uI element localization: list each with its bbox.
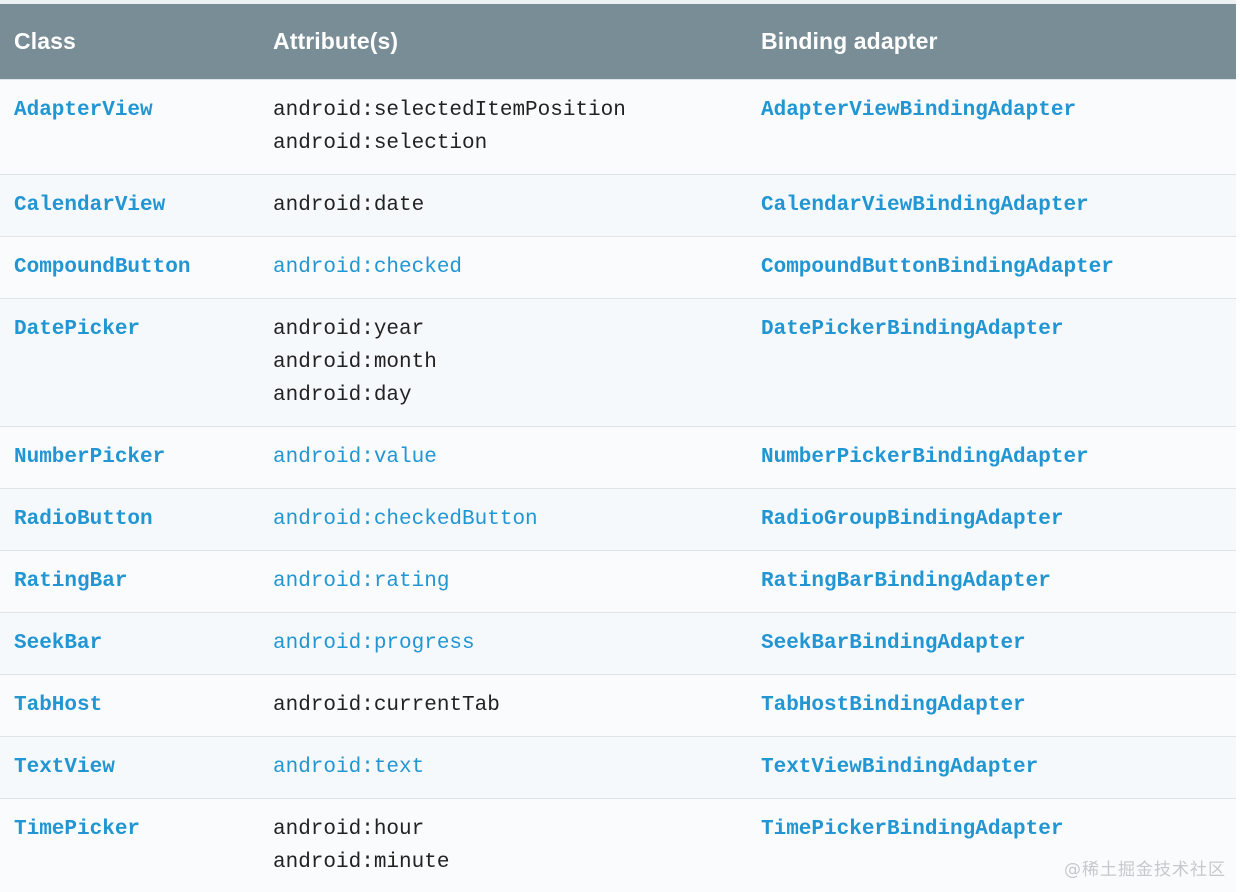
cell-binding-adapter[interactable]: CalendarViewBindingAdapter — [761, 174, 1236, 236]
cell-class[interactable]: CompoundButton — [0, 236, 273, 298]
cell-attributes[interactable]: android:rating — [273, 550, 761, 612]
table-header-row: Class Attribute(s) Binding adapter — [0, 4, 1236, 79]
cell-class[interactable]: SeekBar — [0, 612, 273, 674]
cell-attributes: android:date — [273, 193, 425, 217]
table-row: TimePicker android:hour android:minute Tim… — [0, 798, 1236, 892]
cell-class[interactable]: TimePicker — [0, 798, 273, 892]
cell-binding-adapter[interactable]: RadioGroupBindingAdapter — [761, 488, 1236, 550]
table-row: RatingBar android:rating RatingBarBindingA… — [0, 550, 1236, 612]
table-row: CalendarView android:date CalendarViewBind… — [0, 174, 1236, 236]
cell-attributes: android:selectedItemPosition android:sel… — [273, 98, 626, 155]
table-row: AdapterView android:selectedItemPosition … — [0, 79, 1236, 174]
cell-class[interactable]: TextView — [0, 736, 273, 798]
cell-binding-adapter[interactable]: RatingBarBindingAdapter — [761, 550, 1236, 612]
column-header-attributes: Attribute(s) — [273, 27, 399, 54]
cell-binding-adapter[interactable]: DatePickerBindingAdapter — [761, 298, 1236, 426]
cell-attributes: android:year android:month android:day — [273, 317, 437, 407]
cell-attributes[interactable]: android:text — [273, 736, 761, 798]
cell-class[interactable]: NumberPicker — [0, 426, 273, 488]
cell-binding-adapter[interactable]: AdapterViewBindingAdapter — [761, 79, 1236, 174]
table-row: SeekBar android:progress SeekBarBindingAda… — [0, 612, 1236, 674]
cell-class[interactable]: AdapterView — [0, 79, 273, 174]
cell-binding-adapter[interactable]: CompoundButtonBindingAdapter — [761, 236, 1236, 298]
cell-class[interactable]: DatePicker — [0, 298, 273, 426]
table-row: CompoundButton android:checked CompoundBut… — [0, 236, 1236, 298]
cell-binding-adapter[interactable]: TabHostBindingAdapter — [761, 674, 1236, 736]
column-header-binding-adapter: Binding adapter — [761, 27, 938, 54]
table-row: DatePicker android:year android:month and… — [0, 298, 1236, 426]
table-row: TextView android:text TextViewBindingAdapt… — [0, 736, 1236, 798]
cell-attributes[interactable]: android:progress — [273, 612, 761, 674]
cell-class[interactable]: RatingBar — [0, 550, 273, 612]
cell-binding-adapter[interactable]: TextViewBindingAdapter — [761, 736, 1236, 798]
cell-attributes: android:currentTab — [273, 693, 500, 717]
binding-adapters-table: Class Attribute(s) Binding adapter Adapt… — [0, 4, 1236, 892]
cell-class[interactable]: CalendarView — [0, 174, 273, 236]
table-head: Class Attribute(s) Binding adapter — [0, 4, 1236, 79]
table-row: TabHost android:currentTab TabHostBindingA… — [0, 674, 1236, 736]
cell-binding-adapter[interactable]: SeekBarBindingAdapter — [761, 612, 1236, 674]
cell-attributes[interactable]: android:checkedButton — [273, 488, 761, 550]
cell-class[interactable]: RadioButton — [0, 488, 273, 550]
cell-class[interactable]: TabHost — [0, 674, 273, 736]
cell-attributes[interactable]: android:checked — [273, 236, 761, 298]
table-row: RadioButton android:checkedButton RadioGro… — [0, 488, 1236, 550]
cell-binding-adapter[interactable]: NumberPickerBindingAdapter — [761, 426, 1236, 488]
screenshot-root: Class Attribute(s) Binding adapter Adapt… — [0, 0, 1240, 892]
table-row: NumberPicker android:value NumberPickerBin… — [0, 426, 1236, 488]
watermark-label: @稀土掘金技术社区 — [1064, 860, 1226, 880]
column-header-class: Class — [14, 27, 76, 54]
cell-attributes[interactable]: android:value — [273, 426, 761, 488]
table-body: AdapterView android:selectedItemPosition … — [0, 79, 1236, 892]
cell-attributes: android:hour android:minute — [273, 817, 450, 874]
